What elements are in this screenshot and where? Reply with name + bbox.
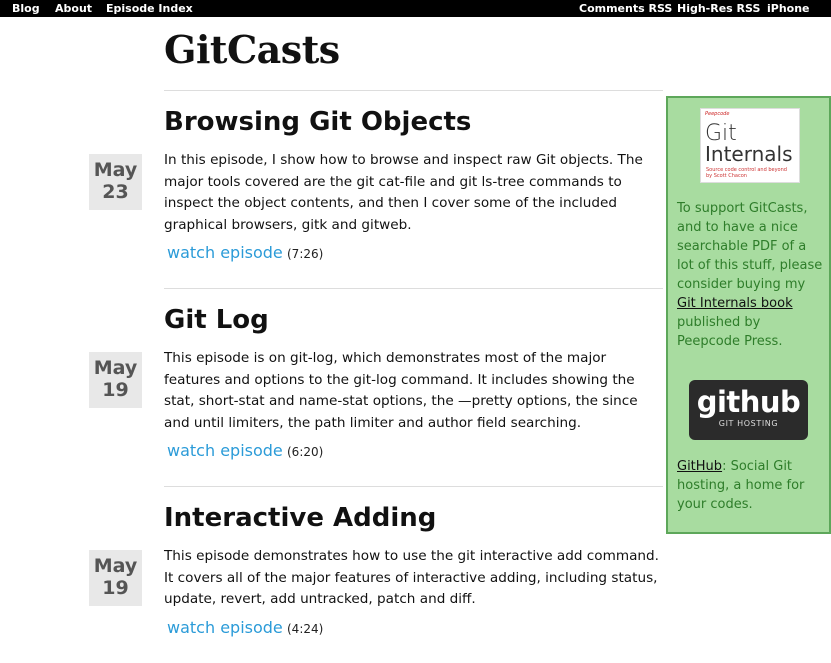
support-blurb: To support GitCasts, and to have a nice … bbox=[677, 199, 827, 351]
git-internals-book-cover[interactable]: Peepcode Git Internals Source code contr… bbox=[700, 108, 800, 183]
date-month: May bbox=[93, 159, 138, 181]
nav-link-episode-index[interactable]: Episode Index bbox=[106, 0, 193, 17]
date-day: 23 bbox=[102, 181, 129, 203]
date-month: May bbox=[93, 555, 138, 577]
episode-title: Interactive Adding bbox=[164, 503, 437, 533]
support-text-end: published by Peepcode Press. bbox=[677, 315, 783, 349]
book-subtitle: Source code control and beyond by Scott … bbox=[706, 167, 787, 179]
book-author: by Scott Chacon bbox=[706, 173, 747, 179]
divider bbox=[164, 486, 663, 487]
date-day: 19 bbox=[102, 379, 129, 401]
episode-title: Git Log bbox=[164, 305, 269, 335]
date-day: 19 bbox=[102, 577, 129, 599]
sidebar: Peepcode Git Internals Source code contr… bbox=[666, 96, 831, 534]
github-logo-text: github bbox=[696, 385, 801, 419]
nav-link-iphone-rss[interactable]: iPhone RSS bbox=[767, 0, 831, 34]
nav-link-comments-rss[interactable]: Comments RSS bbox=[579, 0, 672, 17]
episode-duration: (4:24) bbox=[287, 622, 324, 636]
divider bbox=[164, 288, 663, 289]
episode-duration: (6:20) bbox=[287, 445, 324, 459]
github-logo-subtext: GIT HOSTING bbox=[718, 419, 779, 428]
site-title: GitCasts bbox=[164, 27, 340, 72]
episode-duration: (7:26) bbox=[287, 247, 324, 261]
episode-date: May 23 bbox=[89, 154, 142, 210]
date-month: May bbox=[93, 357, 138, 379]
episode-description: In this episode, I show how to browse an… bbox=[164, 152, 643, 233]
nav-link-blog[interactable]: Blog bbox=[12, 0, 40, 17]
support-text: To support GitCasts, and to have a nice … bbox=[677, 201, 823, 292]
peepcode-mark: Peepcode bbox=[705, 111, 730, 117]
episode-description: This episode demonstrates how to use the… bbox=[164, 548, 659, 607]
github-link[interactable]: GitHub bbox=[677, 459, 722, 474]
top-nav-bar: Blog About Episode Index Comments RSS Hi… bbox=[0, 0, 831, 32]
nav-link-high-res-rss[interactable]: High-Res RSS bbox=[677, 0, 760, 17]
watch-episode-link[interactable]: watch episode bbox=[167, 618, 283, 637]
book-title-line2: Internals bbox=[705, 142, 793, 166]
github-logo[interactable]: github GIT HOSTING bbox=[689, 380, 808, 440]
watch-episode-link[interactable]: watch episode bbox=[167, 441, 283, 460]
episode-title: Browsing Git Objects bbox=[164, 107, 472, 137]
nav-link-about[interactable]: About bbox=[55, 0, 92, 17]
git-internals-book-link[interactable]: Git Internals book bbox=[677, 296, 793, 311]
watch-episode-link[interactable]: watch episode bbox=[167, 243, 283, 262]
episode-description: This episode is on git-log, which demons… bbox=[164, 350, 638, 431]
divider bbox=[164, 90, 663, 91]
github-blurb: GitHub: Social Git hosting, a home for y… bbox=[677, 457, 827, 514]
episode-date: May 19 bbox=[89, 550, 142, 606]
episode-date: May 19 bbox=[89, 352, 142, 408]
